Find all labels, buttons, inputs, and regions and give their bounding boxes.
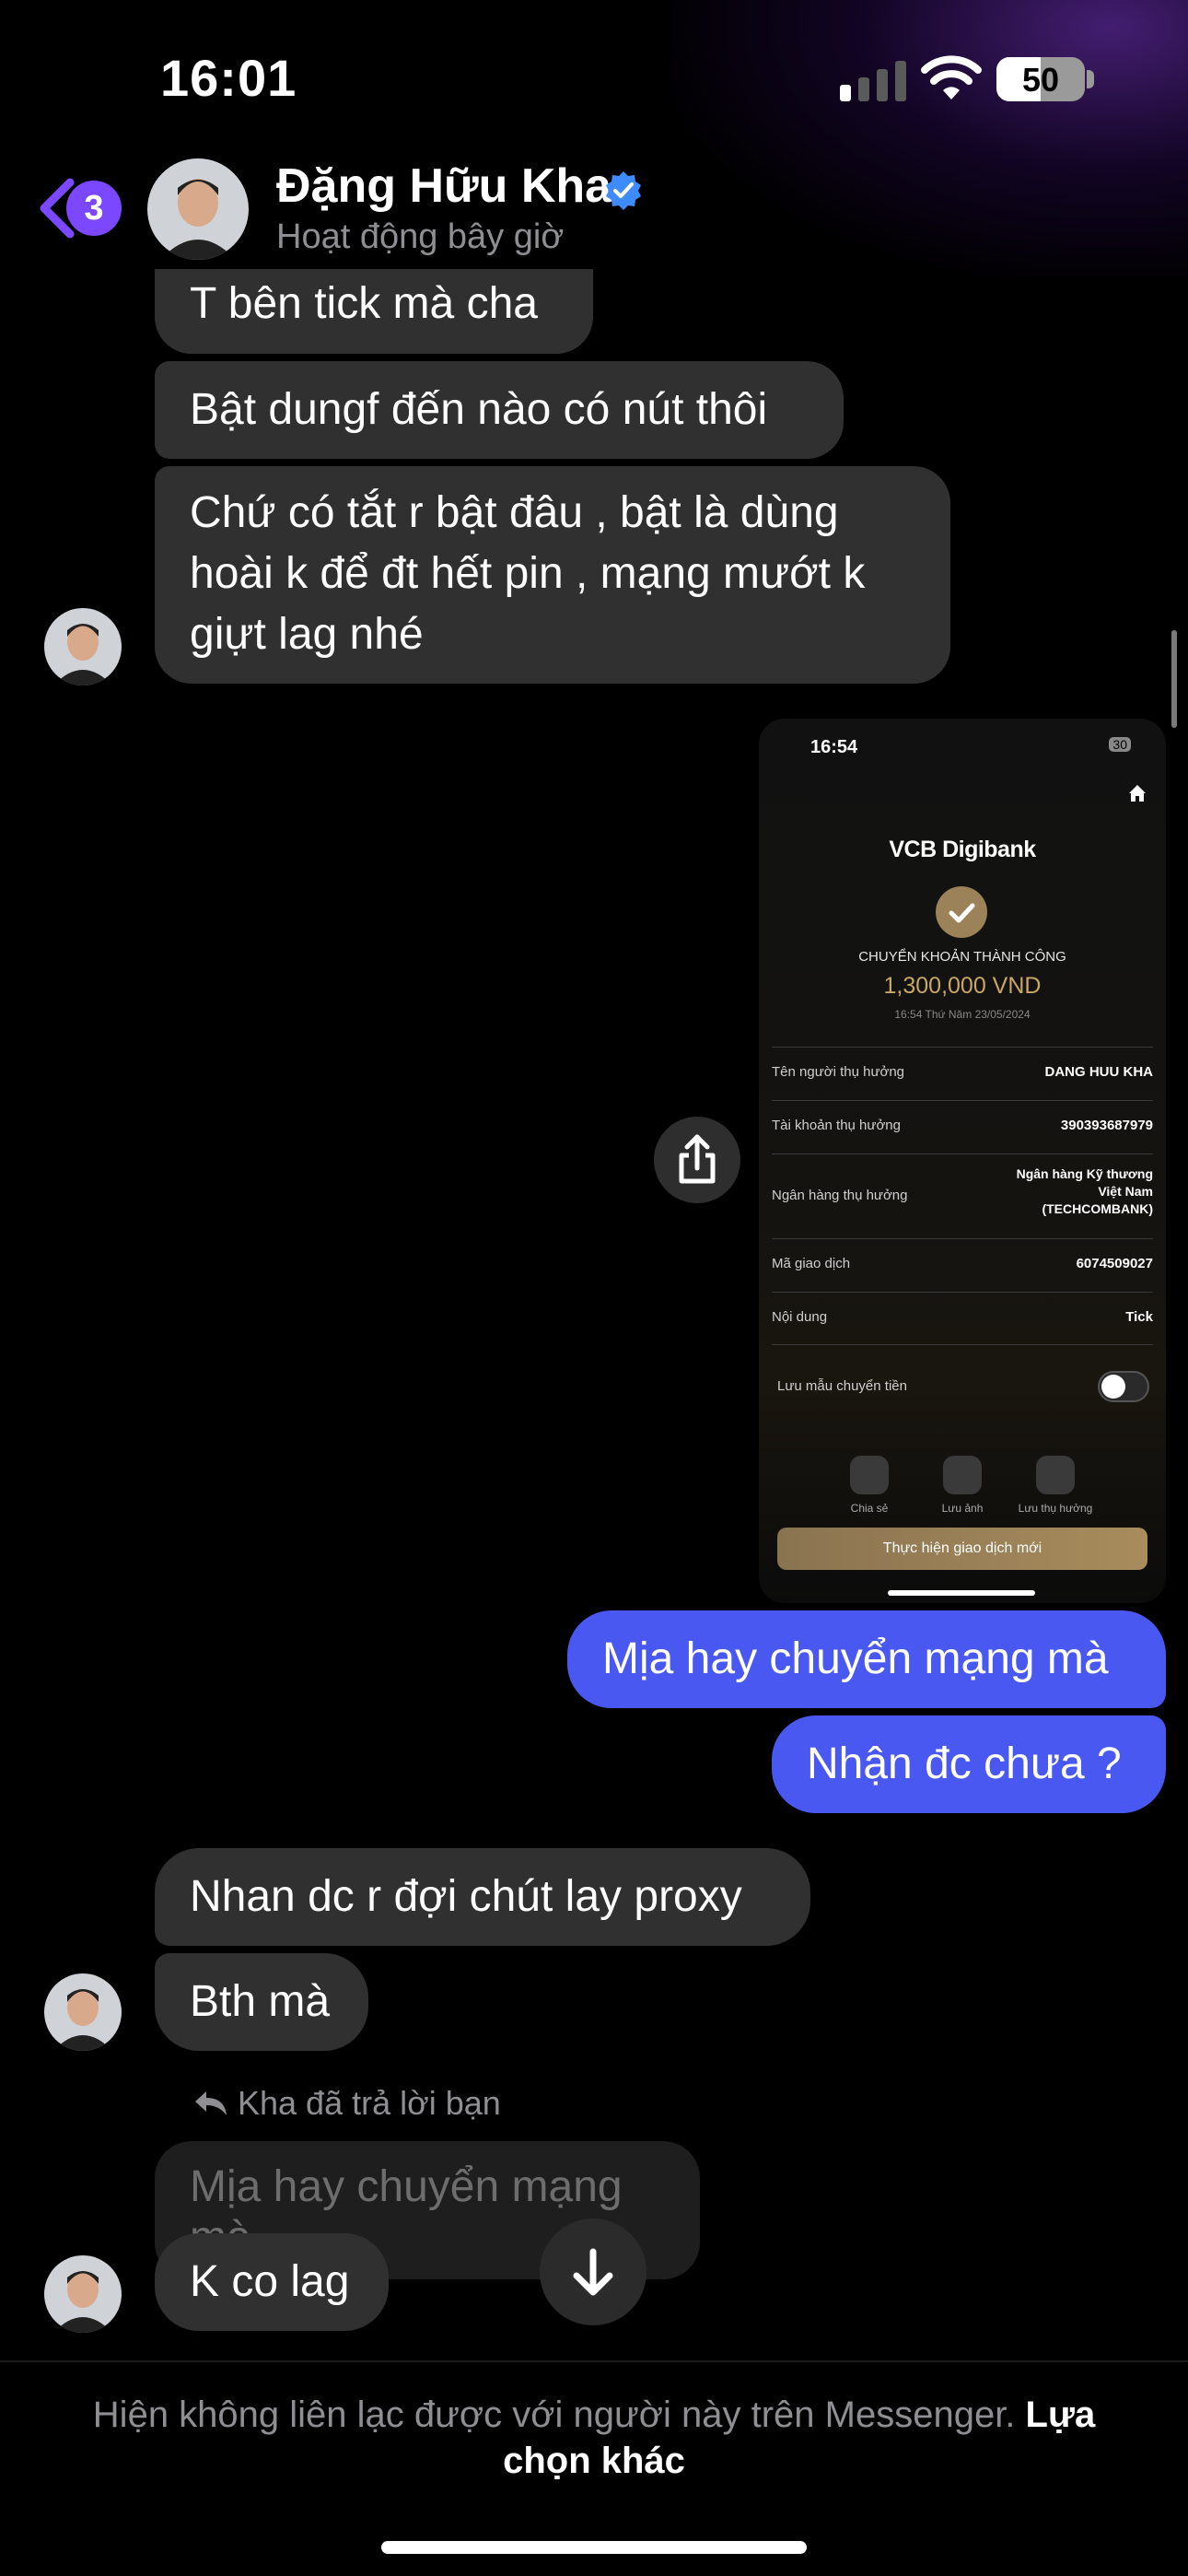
reply-label: Kha đã trả lời bạn [238,2084,501,2122]
contact-avatar[interactable] [147,158,249,260]
message-text: T bên tick mà cha [190,279,538,328]
cellular-signal-icon [840,61,906,101]
receipt-row-value-line: Việt Nam [1098,1184,1153,1199]
message-text: Mịa hay chuyển mạng mà [602,1634,1109,1683]
receipt-row-value-line: (TECHCOMBANK) [1042,1201,1153,1216]
receipt-home-indicator [888,1590,1035,1596]
person-icon [1036,1456,1075,1494]
receipt-row-value: Tick [1125,1309,1153,1325]
status-time: 16:01 [160,49,297,107]
save-template-toggle [1098,1371,1149,1402]
receipt-row-label: Tên người thụ hưởng [772,1064,905,1080]
receipt-action-save-payee: Lưu thụ hưởng [1000,1456,1111,1515]
scrollbar[interactable] [1171,630,1177,728]
receipt-row-value-line: Ngân hàng Kỹ thương [1016,1166,1153,1181]
message-text: K co lag [190,2257,350,2306]
receipt-row-label: Tài khoản thụ hưởng [772,1118,901,1133]
share-icon [679,1134,716,1184]
battery-indicator: 50 [996,57,1085,101]
receipt-row: Mã giao dịch 6074509027 [772,1238,1153,1292]
receipt-row-value: 390393687979 [1060,1118,1153,1133]
receipt-row: Nội dung Tick [772,1292,1153,1345]
message-bubble-in[interactable]: Nhan dc r đợi chút lay proxy [155,1848,810,1946]
header-gradient [672,0,1188,276]
receipt-row-label: Ngân hàng thụ hưởng [772,1188,908,1203]
reply-arrow-icon [195,2091,227,2115]
unread-badge[interactable]: 3 [66,181,122,236]
camera-icon [943,1456,982,1494]
unavailable-text: Hiện không liên lạc được với người này t… [92,2395,1016,2435]
wifi-icon [921,55,982,100]
receipt-action-label: Lưu ảnh [941,1502,984,1515]
receipt-row-label: Mã giao dịch [772,1256,851,1271]
share-network-icon [850,1456,889,1494]
message-text: Nhan dc r đợi chút lay proxy [190,1872,742,1921]
verified-badge-icon [606,171,641,210]
message-text: Bật dungf đến nào có nút thôi [190,385,768,434]
receipt-status-time: 16:54 [810,737,858,757]
receipt-brand: VCB Digibank [889,837,1036,862]
image-attachment[interactable]: 16:54 30 VCB Digibank CHUYỂN KHOẢN THÀNH… [759,719,1166,1603]
battery-percent: 50 [1021,61,1060,99]
receipt-row-label: Nội dung [772,1309,828,1325]
receipt-row: Ngân hàng thụ hưởng Ngân hàng Kỹ thương … [772,1153,1153,1238]
contact-name[interactable]: Đặng Hữu Kha [276,158,611,214]
check-icon [936,886,987,938]
receipt-row: Tên người thụ hưởng DANG HUU KHA [772,1047,1153,1100]
message-bubble-out[interactable]: Mịa hay chuyển mạng mà [567,1610,1166,1708]
arrow-down-icon [573,2248,613,2296]
sender-avatar[interactable] [44,1973,122,2051]
message-bubble-out[interactable]: Nhận đc chưa ? [772,1715,1166,1813]
save-template-label: Lưu mẫu chuyển tiền [777,1378,907,1394]
sender-avatar[interactable] [44,608,122,685]
receipt-action-label: Lưu thụ hưởng [1018,1502,1093,1515]
message-bubble-in[interactable]: Chứ có tắt r bật đâu , bật là dùng hoài … [155,466,950,684]
message-line: Chứ có tắt r bật đâu , bật là dùng [190,488,839,537]
receipt-battery: 30 [1109,737,1131,752]
receipt-action-label: Chia sẻ [850,1502,889,1515]
message-text: Nhận đc chưa ? [807,1739,1122,1788]
receipt-row-value: DANG HUU KHA [1044,1064,1154,1080]
contact-status: Hoạt động bây giờ [276,217,565,256]
home-indicator[interactable] [381,2541,807,2554]
receipt-title: CHUYỂN KHOẢN THÀNH CÔNG [858,949,1066,965]
scroll-to-bottom-button[interactable] [540,2219,646,2325]
message-text: Bth mà [190,1977,331,2026]
receipt-row: Tài khoản thụ hưởng 390393687979 [772,1100,1153,1153]
battery-tip [1087,70,1094,88]
unavailable-notice: Hiện không liên lạc được với người này t… [55,2392,1133,2484]
receipt-datetime: 16:54 Thứ Năm 23/05/2024 [894,1008,1031,1021]
message-bubble-in[interactable]: Bth mà [155,1953,368,2051]
message-line: hoài k để đt hết pin , mạng mướt k [190,549,866,598]
share-button[interactable] [654,1117,740,1203]
receipt-row-value: 6074509027 [1076,1256,1153,1271]
receipt-amount: 1,300,000 VND [883,973,1042,999]
message-bubble-in[interactable]: K co lag [155,2233,389,2331]
message-line: giựt lag nhé [190,610,424,659]
message-bubble-in[interactable]: Bật dungf đến nào có nút thôi [155,361,844,459]
sender-avatar[interactable] [44,2255,122,2333]
footer-divider [0,2360,1188,2362]
new-transaction-button: Thực hiện giao dịch mới [777,1528,1147,1570]
home-icon [1129,785,1146,802]
receipt-row-value: Ngân hàng Kỹ thương Việt Nam (TECHCOMBAN… [1017,1165,1153,1218]
message-bubble-in[interactable]: T bên tick mà cha [155,269,593,354]
